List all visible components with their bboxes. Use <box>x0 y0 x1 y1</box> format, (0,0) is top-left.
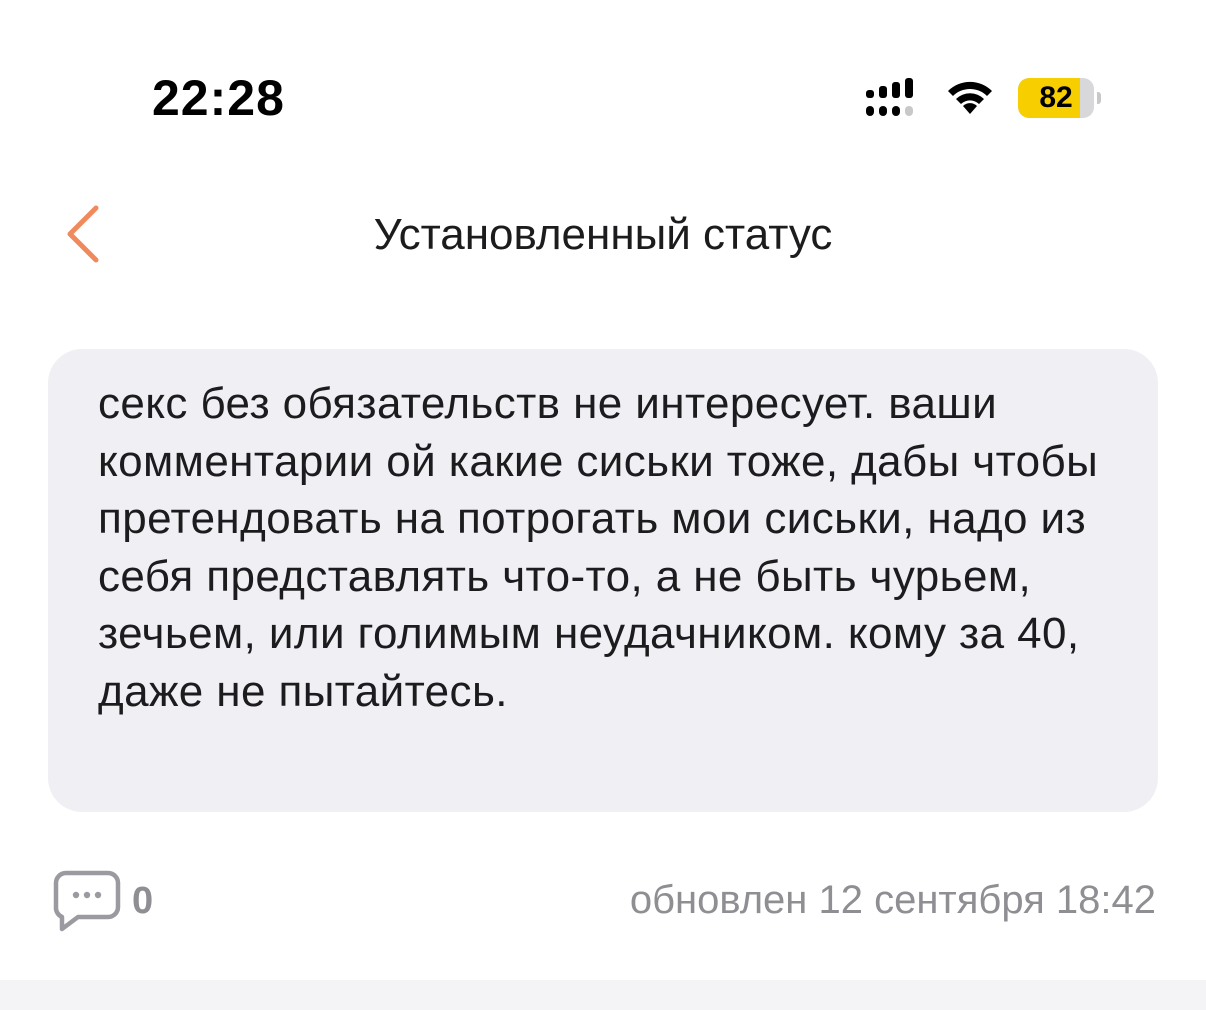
battery-percent: 82 <box>1039 81 1073 114</box>
status-bar: 22:28 82 <box>0 0 1206 150</box>
status-text: секс без обязательств не интересует. ваш… <box>98 379 1099 716</box>
cellular-signal-icon <box>866 78 913 116</box>
battery-cap <box>1097 92 1101 104</box>
status-card: секс без обязательств не интересует. ваш… <box>48 349 1158 812</box>
battery-body: 82 <box>1018 78 1094 118</box>
wifi-icon <box>948 81 992 114</box>
comments-count: 0 <box>132 880 154 922</box>
status-time: 22:28 <box>152 70 285 126</box>
bottom-divider <box>0 980 1206 1010</box>
comments-button[interactable]: 0 <box>52 868 172 938</box>
comment-bubble-icon <box>53 870 121 932</box>
updated-timestamp: обновлен 12 сентября 18:42 <box>629 878 1156 922</box>
page-title: Установленный статус <box>373 210 833 259</box>
battery-indicator: 82 <box>1018 78 1102 118</box>
